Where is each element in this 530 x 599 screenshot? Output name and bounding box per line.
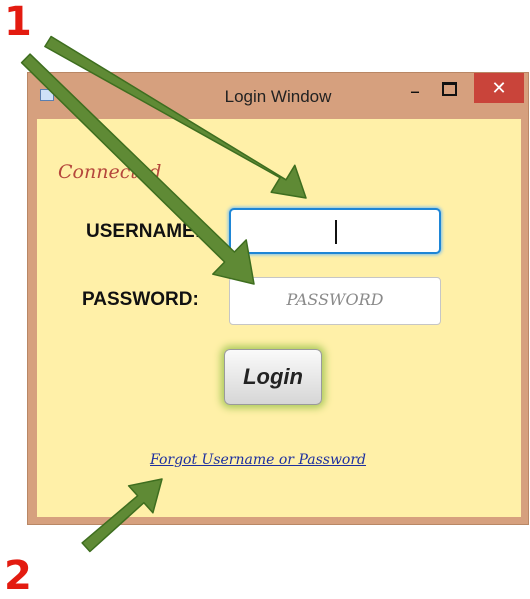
- annotation-arrows: [20, 35, 307, 553]
- arrow-to-forgot-link-icon: [81, 478, 163, 553]
